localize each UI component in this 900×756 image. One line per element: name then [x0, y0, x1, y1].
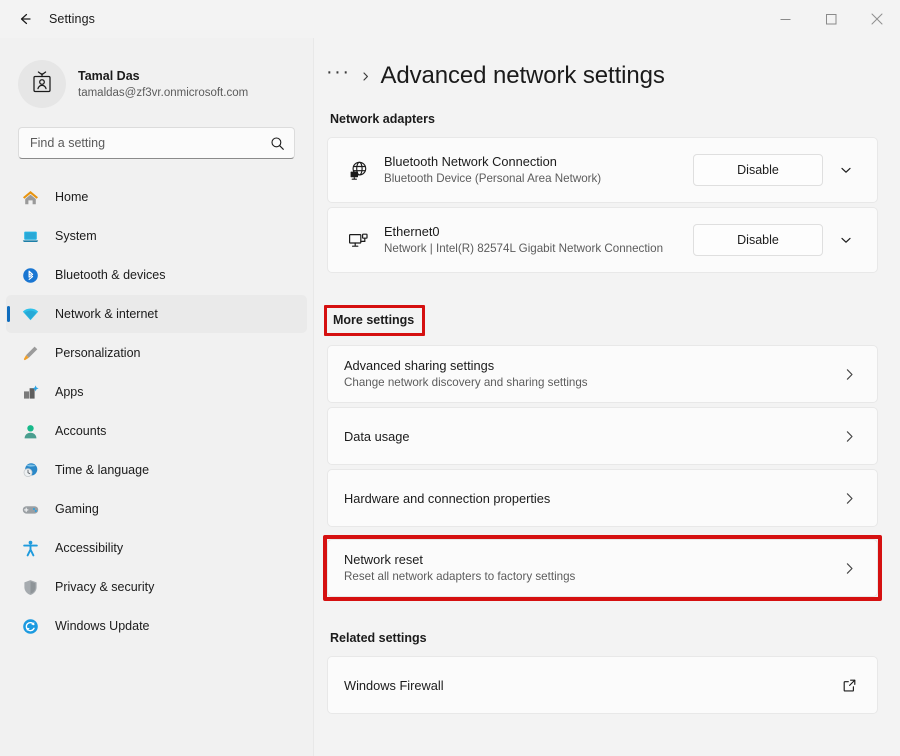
apps-icon [18, 381, 42, 403]
adapter-name: Bluetooth Network Connection [384, 154, 557, 169]
sidebar-item-windows-update[interactable]: Windows Update [6, 607, 307, 645]
sidebar-item-home[interactable]: Home [6, 178, 307, 216]
breadcrumb-overflow-button[interactable]: ··· [326, 62, 350, 85]
sidebar-item-personalization[interactable]: Personalization [6, 334, 307, 372]
page-title: Advanced network settings [380, 62, 665, 89]
profile-name: Tamal Das [78, 68, 140, 83]
chevron-right-icon [835, 429, 863, 444]
sidebar-item-privacy-security[interactable]: Privacy & security [6, 568, 307, 606]
accessibility-icon [18, 537, 42, 559]
ethernet-monitor-icon [342, 229, 374, 252]
disable-button[interactable]: Disable [693, 154, 823, 186]
sidebar-item-label: Accounts [55, 424, 107, 438]
adapter-row-ethernet[interactable]: Ethernet0 Network | Intel(R) 82574L Giga… [327, 207, 878, 273]
adapter-name: Ethernet0 [384, 224, 440, 239]
sidebar-item-system[interactable]: System [6, 217, 307, 255]
back-arrow-icon [17, 11, 33, 27]
adapter-description: Bluetooth Device (Personal Area Network) [384, 172, 602, 185]
app-title: Settings [49, 12, 95, 26]
sidebar-item-label: Gaming [55, 502, 99, 516]
profile-email: tamaldas@zf3vr.onmicrosoft.com [78, 86, 249, 99]
avatar [18, 60, 66, 108]
maximize-button[interactable] [808, 0, 854, 38]
caption-buttons [762, 0, 900, 38]
settings-window: Settings Tamal Das tamaldas@zf3vr.onmicr… [0, 0, 900, 756]
chevron-right-icon [835, 491, 863, 506]
wifi-icon [18, 303, 42, 325]
maximize-icon [825, 13, 837, 25]
settings-row-advanced-sharing[interactable]: Advanced sharing settings Change network… [327, 345, 878, 403]
content-pane: ··· Advanced network settings Network ad… [315, 38, 900, 756]
minimize-button[interactable] [762, 0, 808, 38]
minimize-icon [780, 14, 791, 25]
chevron-down-icon[interactable] [829, 154, 863, 186]
sidebar-item-time-language[interactable]: Time & language [6, 451, 307, 489]
settings-row-hardware-properties[interactable]: Hardware and connection properties [327, 469, 878, 527]
bluetooth-icon [18, 264, 42, 286]
sidebar-item-accounts[interactable]: Accounts [6, 412, 307, 450]
chevron-right-icon [360, 71, 371, 82]
sidebar: Tamal Das tamaldas@zf3vr.onmicrosoft.com [0, 38, 314, 756]
adapter-description: Network | Intel(R) 82574L Gigabit Networ… [384, 242, 664, 255]
back-button[interactable] [8, 4, 42, 34]
update-refresh-icon [18, 615, 42, 637]
system-laptop-icon [18, 225, 42, 247]
sidebar-item-label: Personalization [55, 346, 141, 360]
close-icon [871, 13, 883, 25]
row-title: Hardware and connection properties [344, 490, 551, 506]
sidebar-item-label: System [55, 229, 97, 243]
sidebar-item-label: Accessibility [55, 541, 124, 555]
sidebar-item-label: Privacy & security [55, 580, 155, 594]
network-reset-highlight: Network reset Reset all network adapters… [323, 535, 882, 601]
chevron-down-icon[interactable] [829, 224, 863, 256]
sidebar-item-label: Network & internet [55, 307, 158, 321]
sidebar-item-label: Bluetooth & devices [55, 268, 166, 282]
row-title: Windows Firewall [344, 677, 444, 693]
chevron-right-icon [835, 561, 863, 576]
search-input[interactable] [30, 136, 270, 150]
paintbrush-icon [18, 342, 42, 364]
title-bar: Settings [0, 0, 900, 38]
breadcrumb: ··· Advanced network settings [326, 56, 900, 96]
sidebar-item-label: Time & language [55, 463, 150, 477]
sidebar-nav: Home System Bluetooth & devices Network … [0, 178, 313, 645]
row-title: Network reset [344, 552, 423, 567]
external-link-icon [835, 678, 863, 693]
user-profile[interactable]: Tamal Das tamaldas@zf3vr.onmicrosoft.com [18, 60, 313, 108]
row-description: Reset all network adapters to factory se… [344, 570, 576, 583]
person-icon [18, 420, 42, 442]
sidebar-item-apps[interactable]: Apps [6, 373, 307, 411]
search-box[interactable] [18, 127, 295, 159]
row-description: Change network discovery and sharing set… [344, 376, 588, 389]
row-title: Advanced sharing settings [344, 358, 495, 373]
adapter-row-bluetooth[interactable]: Bluetooth Network Connection Bluetooth D… [327, 137, 878, 203]
gamepad-icon [18, 498, 42, 520]
settings-row-data-usage[interactable]: Data usage [327, 407, 878, 465]
disable-button[interactable]: Disable [693, 224, 823, 256]
sidebar-item-label: Windows Update [55, 619, 150, 633]
sidebar-item-network-internet[interactable]: Network & internet [6, 295, 307, 333]
clock-globe-icon [18, 459, 42, 481]
row-title: Data usage [344, 428, 410, 444]
sidebar-item-bluetooth-devices[interactable]: Bluetooth & devices [6, 256, 307, 294]
network-globe-icon [342, 159, 374, 182]
section-heading-network-adapters: Network adapters [330, 112, 435, 126]
settings-row-windows-firewall[interactable]: Windows Firewall [327, 656, 878, 714]
settings-row-network-reset[interactable]: Network reset Reset all network adapters… [327, 539, 878, 597]
sidebar-item-accessibility[interactable]: Accessibility [6, 529, 307, 567]
search-icon [270, 136, 285, 151]
home-icon [18, 186, 42, 208]
section-heading-more-settings: More settings [324, 305, 426, 336]
section-heading-related-settings: Related settings [330, 631, 427, 645]
sidebar-item-gaming[interactable]: Gaming [6, 490, 307, 528]
sidebar-item-label: Apps [55, 385, 84, 399]
close-button[interactable] [854, 0, 900, 38]
account-badge-icon [29, 69, 55, 100]
shield-icon [18, 576, 42, 598]
sidebar-item-label: Home [55, 190, 89, 204]
chevron-right-icon [835, 367, 863, 382]
